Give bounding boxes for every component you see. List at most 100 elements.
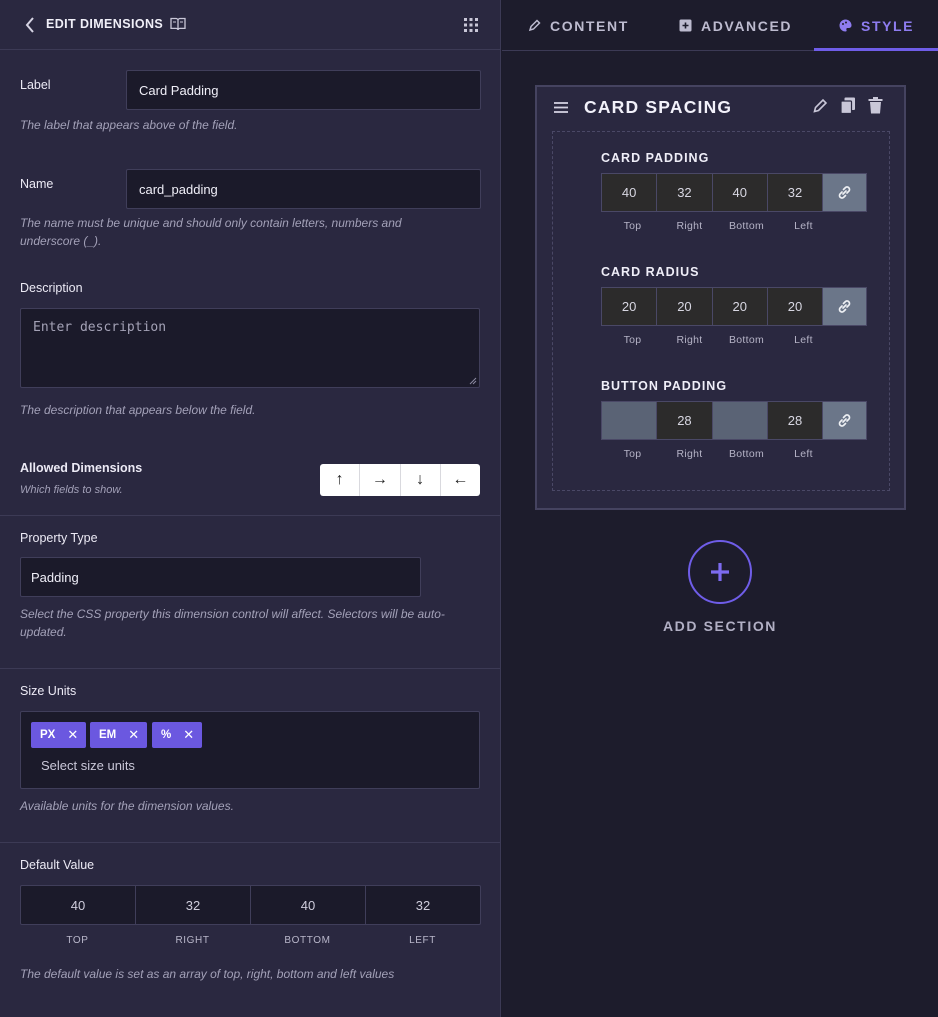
side-label-bottom: Bottom	[728, 334, 765, 346]
link-values-button[interactable]	[823, 402, 867, 439]
property-type-help: Select the CSS property this dimension c…	[20, 607, 445, 639]
unit-tag-label: EM	[99, 729, 117, 741]
label-help: The label that appears above of the fiel…	[20, 118, 238, 132]
chevron-left-icon[interactable]	[24, 16, 36, 34]
tab-content[interactable]: CONTENT	[528, 0, 629, 51]
default-top-label: TOP	[66, 935, 89, 946]
resize-grip-icon[interactable]	[469, 377, 477, 385]
unit-tag-label: PX	[40, 729, 56, 741]
copy-icon[interactable]	[840, 97, 856, 114]
link-icon	[838, 300, 851, 313]
default-bottom-input[interactable]: 40	[251, 886, 366, 924]
palette-icon	[839, 19, 852, 32]
side-label-left: Left	[794, 220, 813, 232]
plus-square-icon	[679, 19, 692, 32]
button-padding-control: 28 28	[601, 401, 867, 440]
add-section-label[interactable]: ADD SECTION	[650, 618, 790, 634]
dimension-left-button[interactable]: ←	[441, 464, 480, 496]
edit-icon[interactable]	[812, 98, 828, 114]
book-icon[interactable]	[170, 17, 186, 31]
remove-tag-icon[interactable]: ✕	[183, 727, 194, 743]
link-values-button[interactable]	[823, 174, 867, 211]
remove-tag-icon[interactable]: ✕	[128, 727, 139, 743]
left-value-input[interactable]: 32	[767, 174, 824, 211]
tab-label: ADVANCED	[701, 17, 793, 34]
description-textarea[interactable]: Enter description	[20, 308, 480, 388]
active-tab-indicator	[814, 48, 938, 51]
trash-icon[interactable]	[868, 97, 883, 114]
control-title: CARD PADDING	[601, 151, 710, 165]
unit-tag-px: PX ✕	[31, 722, 87, 748]
label-input[interactable]: Card Padding	[126, 70, 481, 110]
side-label-top: Top	[623, 448, 642, 460]
remove-tag-icon[interactable]: ✕	[67, 727, 78, 743]
default-right-input[interactable]: 32	[136, 886, 251, 924]
drag-handle-icon[interactable]	[553, 101, 569, 114]
tab-advanced[interactable]: ADVANCED	[679, 0, 792, 51]
control-title: CARD RADIUS	[601, 265, 700, 279]
right-value-input[interactable]: 32	[657, 174, 713, 211]
side-label-bottom: Bottom	[728, 220, 765, 232]
unit-tag-em: EM ✕	[90, 722, 148, 748]
property-type-label: Property Type	[20, 531, 98, 545]
dimension-right-button[interactable]: →	[360, 464, 401, 496]
left-value-input[interactable]: 20	[767, 288, 824, 325]
unit-tag-percent: % ✕	[152, 722, 203, 748]
divider	[0, 668, 500, 669]
name-input[interactable]: card_padding	[126, 169, 481, 209]
allowed-dimensions-sub: Which fields to show.	[20, 484, 123, 496]
default-left-input[interactable]: 32	[366, 886, 480, 924]
top-value-input[interactable]: 20	[602, 288, 658, 325]
default-top-input[interactable]: 40	[21, 886, 136, 924]
side-label-right: Right	[676, 448, 703, 460]
link-icon	[838, 414, 851, 427]
right-value-input[interactable]: 20	[657, 288, 713, 325]
side-label-right: Right	[676, 220, 703, 232]
property-type-select[interactable]: Padding	[20, 557, 421, 597]
section-title: CARD SPACING	[584, 97, 733, 117]
side-label-top: Top	[623, 220, 642, 232]
tab-bar: CONTENT ADVANCED STYLE	[502, 0, 938, 51]
side-label-right: Right	[676, 334, 703, 346]
tab-label: STYLE	[861, 17, 915, 34]
allowed-dimensions-label: Allowed Dimensions	[20, 461, 143, 475]
top-value-input[interactable]	[602, 402, 658, 439]
description-placeholder: Enter description	[33, 320, 167, 335]
card-padding-control: 40 32 40 32	[601, 173, 867, 212]
pencil-icon	[528, 19, 541, 32]
side-label-left: Left	[794, 334, 813, 346]
default-value-label: Default Value	[20, 858, 95, 872]
name-help: The name must be unique and should only …	[20, 216, 402, 248]
tab-label: CONTENT	[550, 17, 629, 34]
divider	[0, 515, 500, 516]
grid-icon[interactable]	[464, 18, 478, 32]
default-left-label: LEFT	[409, 935, 436, 946]
right-value-input[interactable]: 28	[657, 402, 713, 439]
size-units-placeholder[interactable]: Select size units	[41, 758, 135, 773]
side-label-left: Left	[794, 448, 813, 460]
preview-panel: CONTENT ADVANCED STYLE CARD SPACING CARD…	[502, 0, 938, 1017]
bottom-value-input[interactable]	[712, 402, 768, 439]
section-controls: CARD PADDING 40 32 40 32 Top Right Botto…	[552, 131, 890, 491]
dimension-top-button[interactable]: ↑	[320, 464, 361, 496]
left-value-input[interactable]: 28	[767, 402, 824, 439]
add-section-button[interactable]	[688, 540, 752, 604]
default-bottom-label: BOTTOM	[284, 935, 331, 946]
bottom-value-input[interactable]: 20	[712, 288, 768, 325]
description-help: The description that appears below the f…	[20, 403, 256, 417]
size-units-label: Size Units	[20, 684, 77, 698]
default-right-label: RIGHT	[175, 935, 210, 946]
side-label-bottom: Bottom	[728, 448, 765, 460]
tab-style[interactable]: STYLE	[839, 0, 914, 51]
allowed-dimensions-toggle: ↑ → ↓ ←	[320, 464, 480, 496]
size-units-help: Available units for the dimension values…	[20, 799, 234, 813]
link-values-button[interactable]	[823, 288, 867, 325]
size-units-select[interactable]: PX ✕ EM ✕ % ✕ Select size units	[20, 711, 480, 789]
name-field-label: Name	[20, 177, 54, 191]
label-field-label: Label	[20, 78, 51, 92]
control-title: BUTTON PADDING	[601, 379, 728, 393]
bottom-value-input[interactable]: 40	[712, 174, 768, 211]
dimension-bottom-button[interactable]: ↓	[401, 464, 441, 496]
top-value-input[interactable]: 40	[602, 174, 658, 211]
divider	[0, 842, 500, 843]
